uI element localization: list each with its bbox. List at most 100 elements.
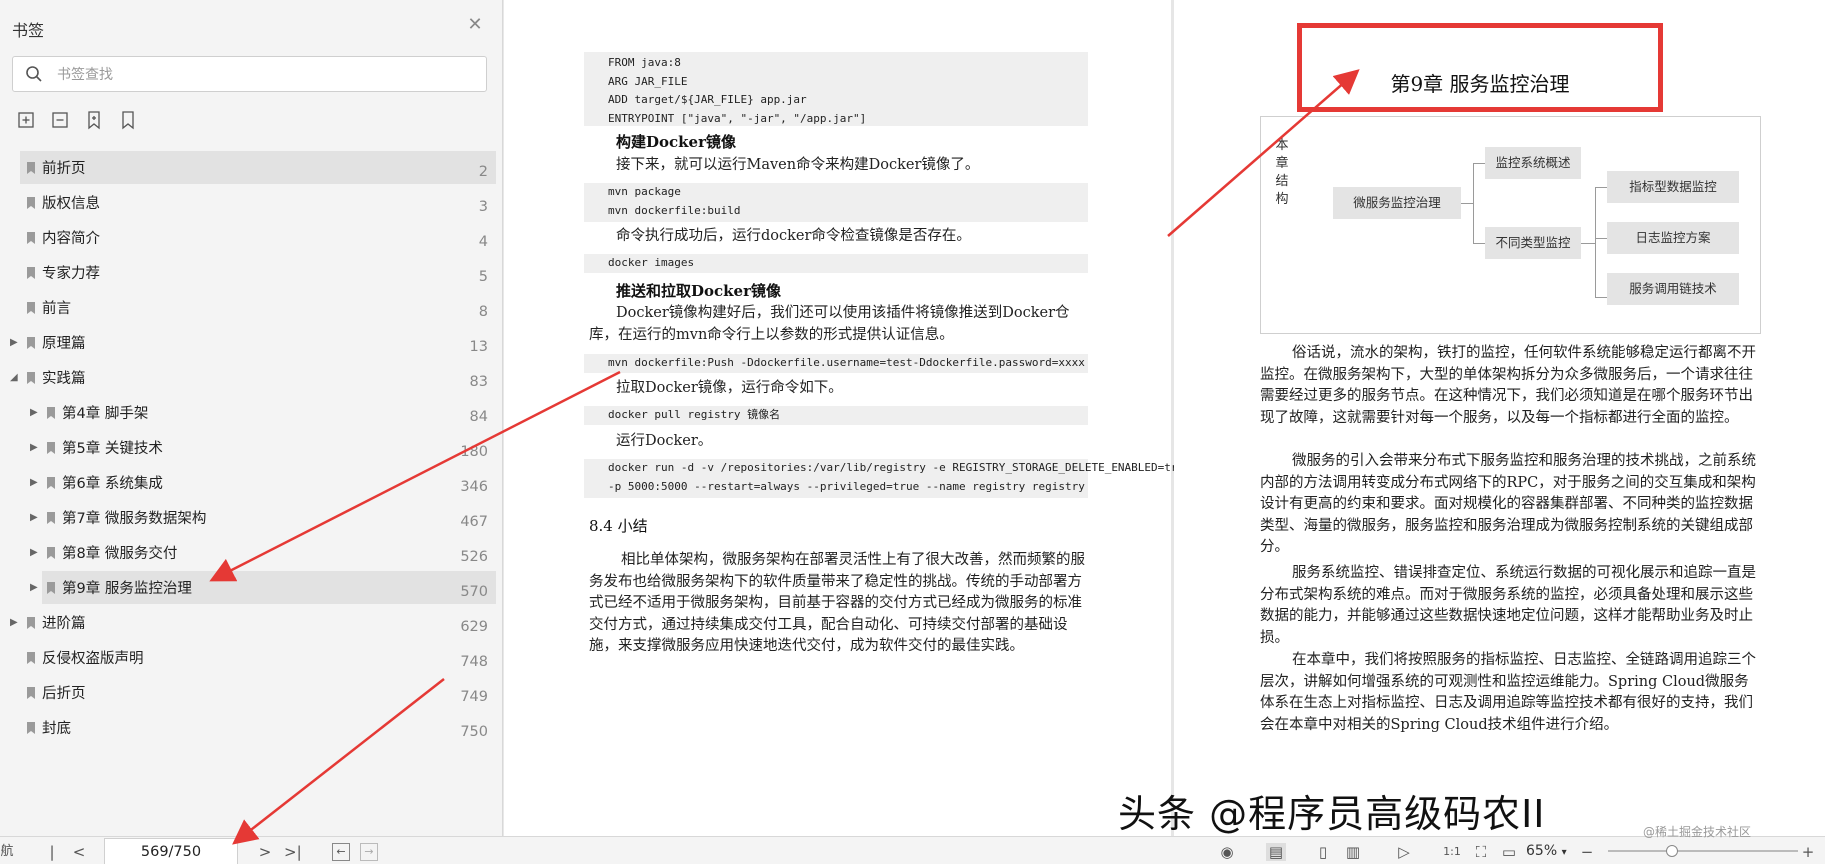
expand-arrow-icon[interactable]: ▶ (30, 442, 40, 453)
bookmark-page-number: 570 (460, 584, 488, 600)
bookmark-page-number: 2 (478, 164, 488, 180)
zoom-value: 65% (1526, 843, 1558, 859)
bookmark-label: 反侵权盗版声明 (42, 651, 144, 667)
bookmark-page-number: 467 (460, 514, 488, 530)
first-page-icon[interactable]: |< (44, 843, 60, 864)
bookmark-item[interactable]: 封底 750 (0, 710, 503, 745)
bookmark-icon (47, 477, 55, 489)
chapter-title-highlight-box: 第9章 服务监控治理 (1297, 23, 1663, 112)
previous-page-icon[interactable]: < (72, 843, 86, 861)
chevron-down-icon[interactable]: ▾ (1562, 847, 1567, 858)
expand-arrow-icon[interactable]: ▶ (30, 582, 40, 593)
bookmark-page-number: 346 (460, 479, 488, 495)
expand-arrow-icon[interactable]: ▶ (30, 512, 40, 523)
bookmark-item[interactable]: ▶ 第6章 系统集成 346 (0, 465, 503, 500)
diagram-connector (1473, 163, 1485, 164)
bookmark-page-number: 526 (460, 549, 488, 565)
para-check: 命令执行成功后，运行docker命令检查镜像是否存在。 (616, 228, 971, 244)
bookmark-icon (27, 337, 35, 349)
diagram-connector (1595, 297, 1607, 298)
expand-arrow-icon[interactable]: ▶ (30, 547, 40, 558)
last-page-icon[interactable]: >| (284, 843, 302, 861)
zoom-slider[interactable] (1608, 845, 1798, 857)
expand-arrow-icon[interactable]: ▶ (30, 407, 40, 418)
bookmark-search-input[interactable] (57, 63, 457, 87)
collapse-all-icon[interactable] (50, 110, 70, 130)
document-view-icon[interactable]: ▯ (1314, 843, 1332, 861)
bookmark-item[interactable]: ▶ 第4章 脚手架 84 (0, 395, 503, 430)
bookmark-item[interactable]: ▶ 第8章 微服务交付 526 (0, 535, 503, 570)
bookmark-item[interactable]: ▶ 第7章 微服务数据架构 467 (0, 500, 503, 535)
diagram-node-metrics: 指标型数据监控 (1607, 171, 1739, 203)
sidebar-title: 书签 (12, 21, 45, 40)
code-block-pull: docker pull registry 镜像名 (584, 406, 1088, 425)
bookmark-item[interactable]: 内容简介 4 (0, 220, 503, 255)
play-icon[interactable]: ▷ (1394, 843, 1414, 861)
bookmark-label: 前言 (42, 301, 71, 317)
code-block-images: docker images (584, 254, 1088, 273)
page-569: FROM java:8 ARG JAR_FILE ADD target/${JA… (504, 0, 1191, 836)
zoom-slider-knob[interactable] (1666, 845, 1678, 857)
bookmark-label: 专家力荐 (42, 266, 100, 282)
para-run: 运行Docker。 (616, 433, 713, 449)
heading-push-pull: 推送和拉取Docker镜像 (616, 282, 781, 300)
eye-icon[interactable]: ◉ (1216, 843, 1238, 861)
expand-arrow-icon[interactable]: ▶ (10, 617, 20, 628)
chapter-structure-diagram: 本章结构 微服务监控治理 监控系统概述 不同类型监控 指标型数据监控 日志监控方… (1260, 116, 1761, 334)
expand-arrow-icon[interactable]: ◢ (10, 372, 20, 383)
bookmark-item[interactable]: 前折页 2 (0, 150, 503, 185)
zoom-level[interactable]: 65% ▾ (1526, 843, 1567, 859)
back-icon[interactable]: ← (332, 843, 350, 861)
bookmark-item[interactable]: 专家力荐 5 (0, 255, 503, 290)
diagram-connector (1581, 243, 1595, 244)
single-page-view-icon[interactable]: ▤ (1266, 843, 1286, 861)
expand-all-icon[interactable] (16, 110, 36, 130)
bookmark-icon (27, 687, 35, 699)
bookmark-page-number: 180 (460, 444, 488, 460)
diagram-node-overview: 监控系统概述 (1485, 147, 1581, 179)
bookmark-item[interactable]: 反侵权盗版声明 748 (0, 640, 503, 675)
diagram-connector (1595, 187, 1607, 188)
expand-arrow-icon[interactable]: ▶ (10, 337, 20, 348)
bookmark-icon[interactable] (118, 110, 138, 130)
bookmark-item[interactable]: 版权信息 3 (0, 185, 503, 220)
bookmark-item[interactable]: ▶ 第9章 服务监控治理 570 (0, 570, 503, 605)
bookmark-label: 第9章 服务监控治理 (62, 581, 192, 597)
bookmark-item[interactable]: ▶ 第5章 关键技术 180 (0, 430, 503, 465)
bookmark-label: 前折页 (42, 161, 86, 177)
bookmark-item[interactable]: 前言 8 (0, 290, 503, 325)
zoom-in-icon[interactable]: + (1800, 843, 1816, 861)
para-intro-3: 服务系统监控、错误排查定位、系统运行数据的可视化展示和追踪一直是分布式架构系统的… (1260, 565, 1756, 646)
diagram-connector (1473, 243, 1485, 244)
actual-size-icon[interactable]: 1:1 (1442, 843, 1462, 861)
page-number-input[interactable] (104, 838, 238, 864)
bookmark-page-number: 13 (469, 339, 488, 355)
forward-icon[interactable]: → (360, 843, 378, 861)
bookmark-item[interactable]: ▶ 进阶篇 629 (0, 605, 503, 640)
close-icon[interactable]: ✕ (466, 16, 484, 34)
bookmark-page-number: 4 (478, 234, 488, 250)
bookmark-page-number: 3 (478, 199, 488, 215)
bookmark-label: 版权信息 (42, 196, 100, 212)
bookmark-item[interactable]: 后折页 749 (0, 675, 503, 710)
expand-arrow-icon[interactable]: ▶ (30, 477, 40, 488)
two-page-view-icon[interactable]: ▥ (1342, 843, 1364, 861)
bookmark-label: 后折页 (42, 686, 86, 702)
document-viewer[interactable]: FROM java:8 ARG JAR_FILE ADD target/${JA… (504, 0, 1825, 836)
fit-width-icon[interactable]: ▭ (1500, 843, 1518, 861)
diagram-node-monitor-types: 不同类型监控 (1485, 227, 1581, 259)
bookmark-item[interactable]: ▶ 原理篇 13 (0, 325, 503, 360)
next-page-icon[interactable]: > (258, 843, 272, 861)
zoom-out-icon[interactable]: − (1580, 843, 1594, 861)
bookmark-icon (27, 652, 35, 664)
bookmark-label: 第7章 微服务数据架构 (62, 511, 207, 527)
diagram-side-label: 本章结构 (1275, 138, 1289, 207)
fit-page-icon[interactable]: ⛶ (1472, 843, 1490, 861)
bookmark-page-number: 749 (460, 689, 488, 705)
para-intro-4: 在本章中，我们将按照服务的指标监控、日志监控、全链路调用追踪三个层次，讲解如何增… (1260, 652, 1756, 733)
bookmark-icon (27, 267, 35, 279)
bookmark-item[interactable]: ◢ 实践篇 83 (0, 360, 503, 395)
bookmark-page-number: 84 (469, 409, 488, 425)
add-bookmark-icon[interactable] (84, 110, 104, 130)
bookmark-search-box[interactable] (12, 56, 487, 92)
